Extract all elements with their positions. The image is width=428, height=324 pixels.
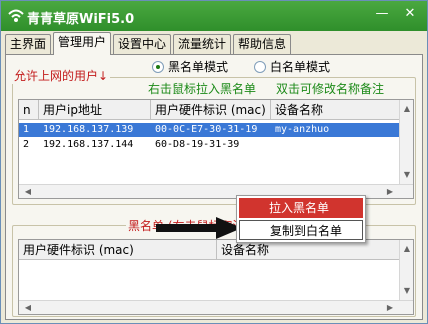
scroll-right-icon[interactable]: ▶	[383, 301, 397, 314]
minimize-button[interactable]: —	[373, 5, 391, 23]
menu-item-add-blacklist[interactable]: 拉入黑名单	[239, 198, 363, 218]
tab-manage-users[interactable]: 管理用户	[53, 32, 111, 55]
allowed-users-title: 允许上网的用户↓	[12, 67, 111, 84]
hint-right-click: 右击鼠标拉入黑名单	[148, 82, 257, 96]
tab-bar: 主界面 管理用户 设置中心 流量统计 帮助信息	[5, 32, 423, 55]
blacklist-mode-radio[interactable]: 黑名单模式	[152, 58, 228, 75]
radio-selected-icon	[152, 60, 164, 73]
tab-main[interactable]: 主界面	[5, 34, 51, 54]
col-device[interactable]: 设备名称	[271, 100, 401, 120]
radio-unselected-icon	[254, 60, 266, 73]
col-mac[interactable]: 用户硬件标识 (mac)	[151, 100, 271, 120]
scroll-up-icon[interactable]: ▲	[400, 242, 413, 256]
whitelist-mode-radio[interactable]: 白名单模式	[254, 58, 330, 75]
blacklist-mode-label: 黑名单模式	[168, 60, 229, 74]
col-n[interactable]: n	[19, 100, 39, 120]
tab-settings[interactable]: 设置中心	[113, 34, 171, 54]
row-ip: 192.168.137.139	[43, 124, 134, 135]
wifi-icon	[8, 9, 24, 22]
whitelist-mode-label: 白名单模式	[270, 60, 331, 74]
tab-traffic[interactable]: 流量统计	[173, 34, 231, 54]
row-device	[271, 138, 399, 152]
scroll-up-icon[interactable]: ▲	[400, 102, 413, 116]
col-device[interactable]: 设备名称	[217, 240, 401, 260]
col-ip[interactable]: 用户ip地址	[39, 100, 151, 120]
row-ip: 192.168.137.144	[43, 139, 134, 150]
row-mac: 60-D8-19-31-39	[155, 139, 240, 150]
row-n: 2	[23, 139, 30, 150]
app-window: 青青草原WiFi5.0 — ✕ 主界面 管理用户 设置中心 流量统计 帮助信息 …	[0, 0, 428, 324]
menu-item-copy-whitelist[interactable]: 复制到白名单	[239, 220, 363, 240]
context-menu: 拉入黑名单 复制到白名单	[236, 195, 366, 243]
table-row[interactable]: 1 192.168.137.139 00-0C-E7-30-31-19 my-a…	[19, 123, 399, 137]
scroll-left-icon[interactable]: ◀	[21, 301, 35, 314]
row-device: my-anzhuo	[275, 124, 330, 135]
row-mac: 00-0C-E7-30-31-19	[155, 124, 258, 135]
allowed-users-table[interactable]: n 用户ip地址 用户硬件标识 (mac) 设备名称 1 192.168.137…	[18, 99, 414, 199]
table-row[interactable]: 2 192.168.137.144 60-D8-19-31-39	[19, 138, 399, 152]
col-mac[interactable]: 用户硬件标识 (mac)	[19, 240, 217, 260]
table-header: n 用户ip地址 用户硬件标识 (mac) 设备名称	[19, 100, 401, 120]
table-header: 用户硬件标识 (mac) 设备名称	[19, 240, 401, 260]
scroll-left-icon[interactable]: ◀	[21, 185, 35, 198]
row-n: 1	[23, 124, 30, 135]
tab-help[interactable]: 帮助信息	[233, 34, 291, 54]
arrow-right-icon	[156, 217, 242, 239]
hint-double-click: 双击可修改名称备注	[276, 82, 385, 96]
scroll-right-icon[interactable]: ▶	[383, 185, 397, 198]
scroll-down-icon[interactable]: ▼	[400, 284, 413, 298]
close-button[interactable]: ✕	[401, 5, 419, 23]
manage-users-panel: 黑名单模式 白名单模式 允许上网的用户↓ 右击鼠标拉入黑名单 双击可修改名称备注…	[5, 54, 423, 320]
title-bar: 青青草原WiFi5.0 — ✕	[1, 1, 427, 31]
window-title: 青青草原WiFi5.0	[27, 12, 135, 27]
horizontal-scrollbar[interactable]: ◀ ▶	[19, 300, 413, 314]
blacklist-table[interactable]: 用户硬件标识 (mac) 设备名称 ▲ ▼ ◀ ▶	[18, 239, 414, 315]
scroll-down-icon[interactable]: ▼	[400, 168, 413, 182]
